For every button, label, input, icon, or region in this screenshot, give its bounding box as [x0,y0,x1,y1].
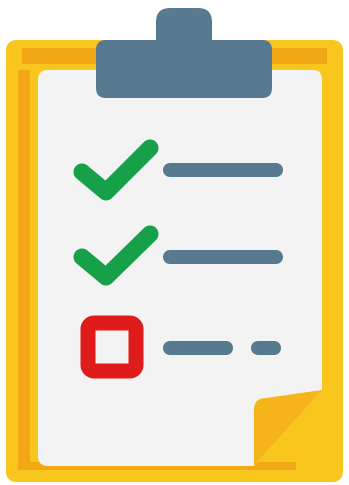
clip-icon [96,8,272,98]
clipboard-checklist-icon [6,8,343,482]
clipboard-illustration [0,0,349,485]
